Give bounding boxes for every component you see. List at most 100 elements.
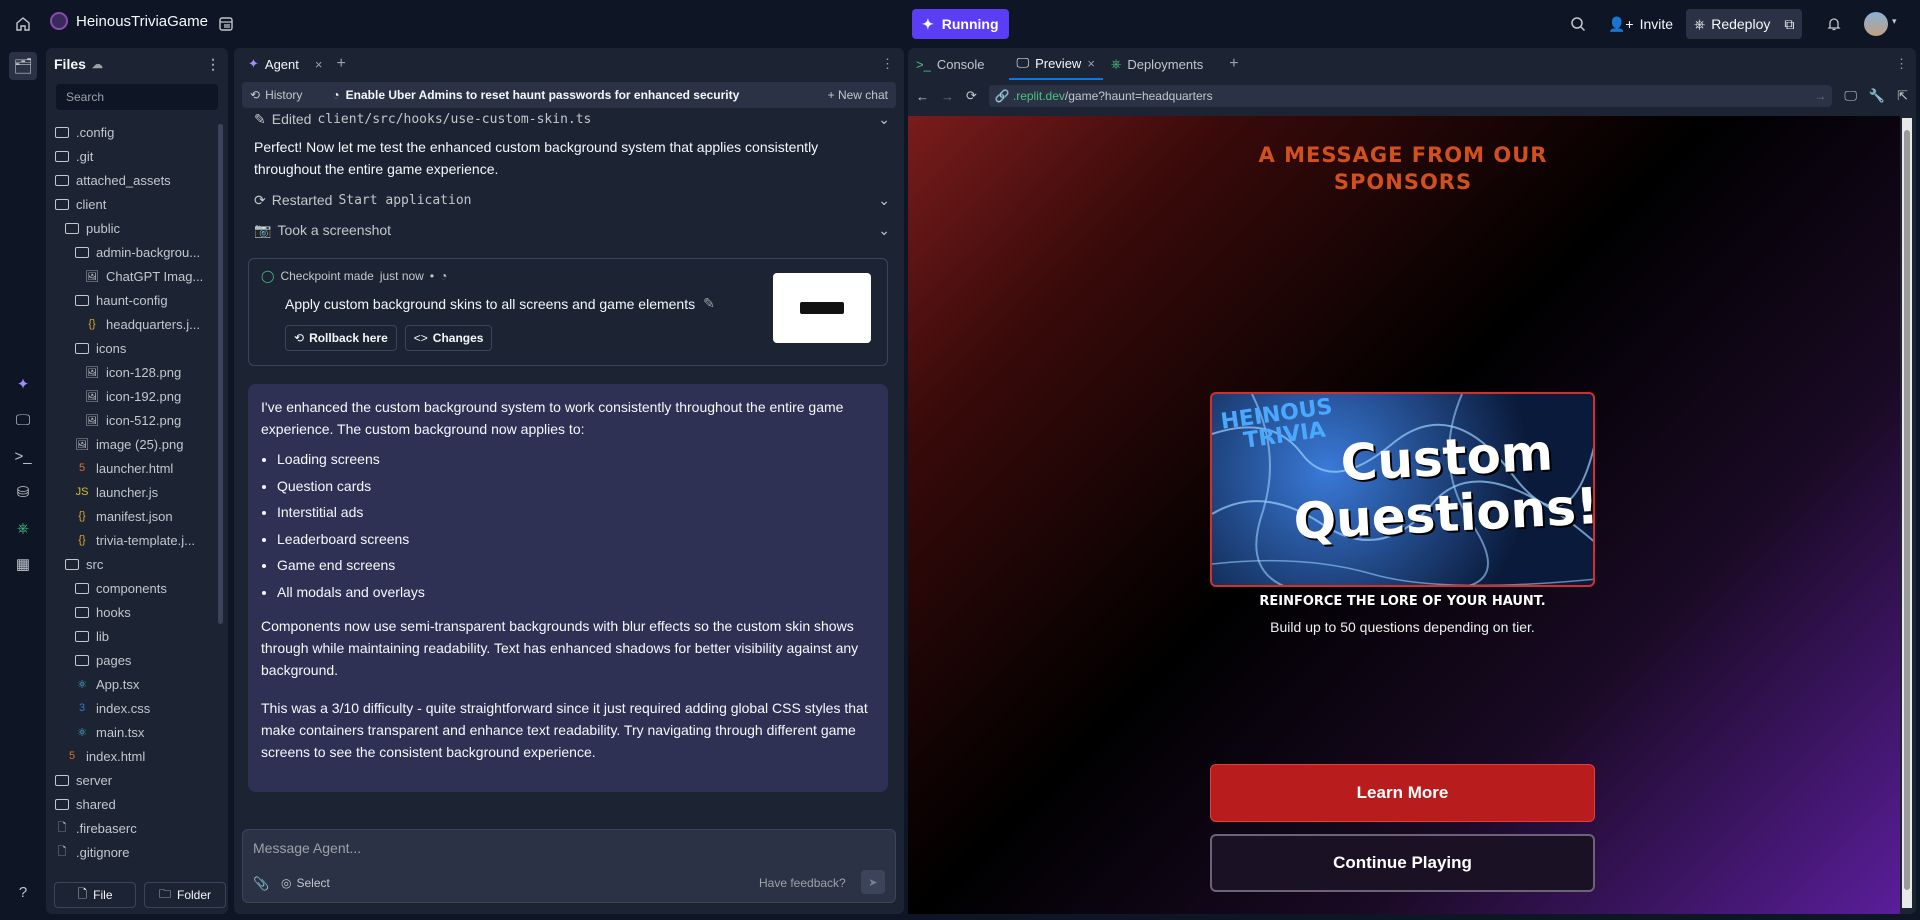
file-tree-item[interactable]: 🗋 .firebaserc: [46, 816, 218, 840]
preview-tool-icon[interactable]: 🖵: [9, 406, 37, 434]
database-icon[interactable]: ⛁: [9, 478, 37, 506]
folder-icon: [54, 772, 70, 788]
learn-more-button[interactable]: Learn More: [1210, 764, 1595, 822]
devtools-icon[interactable]: 🖵: [1844, 88, 1857, 104]
file-tree-item[interactable]: 🖼 image (25).png: [46, 432, 218, 456]
tab-preview[interactable]: 🖵 Preview ×: [1008, 48, 1103, 80]
file-tree-item[interactable]: shared: [46, 792, 218, 816]
external-link-icon[interactable]: ⇱: [1897, 88, 1908, 104]
run-button[interactable]: ✦ Running: [912, 9, 1009, 39]
file-tree-item[interactable]: icons: [46, 336, 218, 360]
layout-icon[interactable]: [212, 10, 240, 38]
file-tree-item[interactable]: public: [46, 216, 218, 240]
user-avatar[interactable]: [1864, 12, 1888, 36]
file-tree-item[interactable]: admin-backgrou...: [46, 240, 218, 264]
folder-shape: [75, 294, 89, 306]
screenshot-row[interactable]: 📷 Took a screenshot ⌄: [254, 220, 890, 240]
agent-tool-icon[interactable]: ✦: [9, 370, 37, 398]
file-tree-item[interactable]: .config: [46, 120, 218, 144]
file-tree-item[interactable]: ⚛ App.tsx: [46, 672, 218, 696]
pencil-icon[interactable]: ✎: [703, 295, 715, 312]
chevron-down-icon[interactable]: ▾: [1892, 16, 1897, 27]
file-tree-item[interactable]: .git: [46, 144, 218, 168]
files-scrollbar[interactable]: [218, 124, 223, 624]
home-icon[interactable]: [9, 10, 37, 38]
file-tree-item[interactable]: haunt-config: [46, 288, 218, 312]
file-tree-item[interactable]: client: [46, 192, 218, 216]
restarted-row[interactable]: ⟳ Restarted Start application ⌄: [254, 190, 890, 210]
more-icon[interactable]: ⋮: [206, 56, 220, 73]
continue-playing-button[interactable]: Continue Playing: [1210, 834, 1595, 892]
new-tab-icon[interactable]: +: [1229, 55, 1238, 73]
edited-row[interactable]: ✎ Edited client/src/hooks/use-custom-ski…: [254, 110, 890, 128]
file-tree-item[interactable]: ⚛ main.tsx: [46, 720, 218, 744]
new-folder-button[interactable]: 🗀 Folder: [144, 882, 226, 908]
new-file-button[interactable]: 🗋 File: [54, 882, 136, 908]
chevron-down-icon[interactable]: ⌄: [878, 192, 890, 209]
files-tool-icon[interactable]: 🗂: [9, 52, 37, 80]
all-tools-icon[interactable]: ▦: [9, 550, 37, 578]
tab-console[interactable]: >_ Console: [908, 48, 993, 80]
file-tree-item[interactable]: JS launcher.js: [46, 480, 218, 504]
checkpoint-made: Checkpoint made: [280, 269, 374, 283]
url-input[interactable]: 🔗 .replit.dev /game?haunt=headquarters →: [988, 85, 1833, 107]
scrollbar-thumb[interactable]: [1904, 130, 1910, 890]
forward-icon[interactable]: →: [941, 89, 954, 104]
chevron-down-icon[interactable]: ⌄: [878, 222, 890, 239]
invite-button[interactable]: 👤+ Invite: [1600, 9, 1681, 39]
file-tree-item[interactable]: 🖼 icon-192.png: [46, 384, 218, 408]
close-icon[interactable]: ×: [315, 57, 323, 72]
reload-icon[interactable]: ⟳: [966, 88, 977, 104]
tab-agent[interactable]: ✦ Agent ×: [240, 48, 330, 80]
chevron-down-icon[interactable]: ⌄: [878, 111, 890, 128]
file-tree-item[interactable]: 5 index.html: [46, 744, 218, 768]
tab-deployments[interactable]: ⎈ Deployments: [1103, 48, 1211, 80]
history-button[interactable]: ⟲ History: [250, 88, 302, 102]
folder-shape: [75, 654, 89, 666]
file-tree-item[interactable]: src: [46, 552, 218, 576]
file-tree-item[interactable]: 🗋 .gitignore: [46, 840, 218, 864]
message-bullets: Loading screensQuestion cardsInterstitia…: [261, 448, 875, 607]
agent-more-icon[interactable]: ⋮: [881, 56, 894, 72]
deployments-icon[interactable]: ⎈: [9, 514, 37, 542]
file-tree-item[interactable]: hooks: [46, 600, 218, 624]
new-tab-icon[interactable]: +: [336, 55, 345, 73]
project-switcher[interactable]: HeinousTriviaGame: [50, 12, 208, 30]
checkpoint-card: ◯ Checkpoint made just now • ◔ Apply cus…: [248, 258, 888, 366]
file-tree-item[interactable]: 🖼 icon-128.png: [46, 360, 218, 384]
file-tree-item[interactable]: attached_assets: [46, 168, 218, 192]
go-icon[interactable]: →: [1814, 89, 1826, 103]
preview-more-icon[interactable]: ⋮: [1895, 56, 1908, 72]
file-tree-item[interactable]: pages: [46, 648, 218, 672]
shell-tool-icon[interactable]: >_: [9, 442, 37, 470]
wrench-icon[interactable]: 🔧: [1869, 88, 1885, 104]
bell-icon[interactable]: [1820, 10, 1848, 38]
file-tree-item[interactable]: {} trivia-template.j...: [46, 528, 218, 552]
file-tree-item[interactable]: {} headquarters.j...: [46, 312, 218, 336]
file-tree-item[interactable]: components: [46, 576, 218, 600]
send-icon[interactable]: ➤: [861, 870, 885, 894]
redeploy-button[interactable]: ⎈ Redeploy ⧉: [1686, 9, 1803, 39]
files-search-input[interactable]: Search: [56, 84, 218, 110]
file-tree-item[interactable]: 3 index.css: [46, 696, 218, 720]
file-tree-item[interactable]: 🖼 ChatGPT Imag...: [46, 264, 218, 288]
file-tree-item[interactable]: {} manifest.json: [46, 504, 218, 528]
message-input[interactable]: Message Agent...: [253, 840, 883, 856]
file-tree-item[interactable]: server: [46, 768, 218, 792]
select-button[interactable]: ◎ Select: [281, 876, 330, 890]
file-tree-item[interactable]: lib: [46, 624, 218, 648]
rollback-button[interactable]: ⟲ Rollback here: [285, 325, 397, 351]
file-tree-item[interactable]: 🖼 icon-512.png: [46, 408, 218, 432]
help-icon[interactable]: ?: [9, 878, 37, 906]
back-icon[interactable]: ←: [916, 89, 929, 104]
thread-title[interactable]: ◔ Enable Uber Admins to reset haunt passw…: [332, 88, 739, 102]
attach-icon[interactable]: 📎: [253, 876, 269, 892]
changes-button[interactable]: <> Changes: [404, 325, 493, 351]
close-icon[interactable]: ×: [1087, 56, 1095, 71]
search-icon[interactable]: [1564, 10, 1592, 38]
feedback-link[interactable]: Have feedback?: [759, 876, 846, 890]
checkpoint-thumbnail[interactable]: [773, 273, 871, 343]
preview-scrollbar[interactable]: [1902, 118, 1912, 908]
file-tree-item[interactable]: 5 launcher.html: [46, 456, 218, 480]
new-chat-button[interactable]: + New chat: [828, 88, 888, 102]
